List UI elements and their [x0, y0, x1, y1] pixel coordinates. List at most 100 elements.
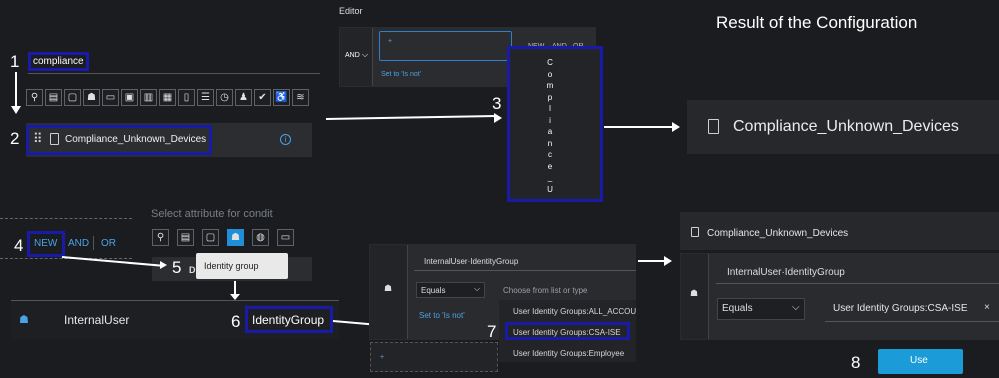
vertical-char: C — [547, 58, 553, 67]
clock-icon[interactable]: ◷ — [216, 89, 233, 106]
window-icon[interactable]: ▥ — [140, 89, 157, 106]
arrow-to-final — [638, 260, 666, 262]
wifi-icon[interactable]: ≋ — [292, 89, 309, 106]
vertical-char: a — [547, 127, 553, 136]
step-4: 4 — [14, 236, 24, 255]
accessibility-icon[interactable]: ♿ — [273, 89, 290, 106]
dropdown-option-selected[interactable]: User Identity Groups:CSA-ISE — [513, 328, 621, 337]
vertical-char: c — [548, 150, 552, 159]
arrow-to-editor-head — [494, 113, 502, 123]
users-icon: ☗ — [19, 314, 29, 326]
monitor-icon[interactable]: ▭ — [277, 229, 294, 246]
select-attribute-label: Select attribute for condit — [151, 208, 273, 220]
search-input[interactable]: compliance — [33, 56, 84, 67]
arrow-down-1 — [15, 72, 17, 110]
result-condition-label: Compliance_Unknown_Devices — [733, 118, 959, 135]
step-7: 7 — [487, 322, 497, 341]
card-icon[interactable]: ▤ — [177, 229, 194, 246]
step-6: 6 — [231, 312, 241, 331]
arrow-new-to-tooltip-head — [160, 261, 167, 269]
group-icon[interactable]: ☗ — [227, 229, 244, 246]
final-attribute: InternalUser·IdentityGroup — [727, 267, 845, 278]
chevron-down-icon: ⌵ — [362, 50, 369, 59]
mid-set-to[interactable]: Set to 'Is not' — [419, 311, 465, 320]
attr-and-button[interactable]: AND — [68, 238, 89, 249]
info-icon[interactable]: i — [280, 134, 291, 145]
vertical-char: e — [547, 161, 553, 171]
dashed-divider-top — [0, 218, 132, 219]
vertical-char: _ — [547, 173, 553, 182]
use-button-label[interactable]: Use — [910, 355, 928, 366]
step-3: 3 — [492, 94, 502, 113]
drag-handle-icon[interactable]: ⠿ — [33, 131, 42, 147]
list-icon[interactable]: ☰ — [197, 89, 214, 106]
step-8: 8 — [851, 353, 861, 372]
square-icon[interactable]: ▢ — [64, 89, 81, 106]
group-icon[interactable]: ☗ — [83, 89, 100, 106]
vertical-char: l — [549, 104, 551, 113]
arrow-to-editor — [325, 115, 496, 120]
mid-lower-box — [370, 342, 498, 372]
mid-attribute-underline — [414, 270, 636, 271]
vertical-char: p — [547, 92, 553, 102]
mid-choose-placeholder[interactable]: Choose from list or type — [503, 286, 587, 295]
mid-attribute: InternalUser·IdentityGroup — [424, 257, 519, 266]
final-chevron-down-icon: ⌵ — [792, 302, 800, 313]
final-clear-icon[interactable]: × — [984, 302, 990, 313]
vertical-char: i — [549, 115, 551, 125]
final-value: User Identity Groups:CSA-ISE — [833, 303, 968, 314]
vertical-char: U — [547, 184, 553, 194]
mid-chevron-down-icon: ⌵ — [474, 284, 481, 293]
dropdown-option[interactable]: User Identity Groups:Employee — [513, 349, 624, 358]
step-1: 1 — [10, 52, 20, 71]
arrow-to-result-head — [672, 122, 680, 132]
attr-divider — [93, 236, 94, 250]
search-underline — [28, 73, 320, 74]
vertical-char: m — [546, 81, 554, 90]
dropdown-option[interactable]: User Identity Groups:ALL_ACCOU — [513, 307, 636, 316]
editor-input[interactable] — [379, 31, 512, 61]
attr-partial-label: D — [189, 265, 196, 275]
cards-icon[interactable]: ▦ — [159, 89, 176, 106]
arrow-to-result — [604, 126, 674, 128]
arrow-tooltip-to-group — [234, 281, 236, 295]
internal-user-label: InternalUser — [64, 313, 130, 327]
identity-group-tooltip-text: Identity group — [204, 261, 259, 271]
dropped-condition-vertical-text: C o m p l i a n c e _ U — [544, 57, 556, 195]
result-heading: Result of the Configuration — [716, 13, 918, 32]
square-icon[interactable]: ▢ — [202, 229, 219, 246]
person-icon[interactable]: ♟ — [235, 89, 252, 106]
icon-bar: ⚲ ▤ ▢ ☗ ▭ ▣ ▥ ▦ ▯ ☰ ◷ ♟ ✔ ♿ ≋ — [26, 89, 320, 109]
monitor-icon[interactable]: ▭ — [102, 89, 119, 106]
final-document-icon — [691, 227, 699, 237]
location-icon[interactable]: ⚲ — [26, 89, 43, 106]
desktop-icon[interactable]: ▣ — [121, 89, 138, 106]
document-icon — [50, 133, 59, 145]
final-condition-label: Compliance_Unknown_Devices — [707, 228, 849, 239]
attr-icon-bar: ⚲ ▤ ▢ ☗ ◍ ▭ — [152, 229, 294, 249]
editor-set-to[interactable]: Set to 'Is not' — [381, 71, 421, 78]
editor-input-cursor: + — [388, 38, 393, 45]
vertical-char: n — [547, 138, 553, 148]
location-icon[interactable]: ⚲ — [152, 229, 169, 246]
step-5: 5 — [172, 258, 182, 277]
condition-item-label: Compliance_Unknown_Devices — [65, 134, 207, 145]
card-icon[interactable]: ▤ — [45, 89, 62, 106]
vertical-char: o — [547, 69, 553, 79]
arrow-to-final-head — [664, 256, 672, 266]
globe-icon[interactable]: ◍ — [252, 229, 269, 246]
check-circle-icon[interactable]: ✔ — [254, 89, 271, 106]
mid-lower-plus[interactable]: + — [380, 354, 384, 361]
final-users-icon: ☗ — [690, 288, 699, 298]
final-attribute-underline — [716, 283, 999, 284]
attr-or-button[interactable]: OR — [101, 238, 116, 249]
editor-and-label[interactable]: AND — [345, 52, 360, 59]
mid-operator: Equals — [421, 286, 446, 295]
mid-users-icon: ☗ — [384, 283, 393, 293]
result-document-icon — [708, 119, 719, 134]
attr-new-button[interactable]: NEW — [34, 238, 57, 249]
arrow-down-1-head — [11, 106, 21, 114]
step-2: 2 — [10, 129, 20, 148]
tablet-icon[interactable]: ▯ — [178, 89, 195, 106]
identity-group-label[interactable]: IdentityGroup — [252, 313, 324, 327]
